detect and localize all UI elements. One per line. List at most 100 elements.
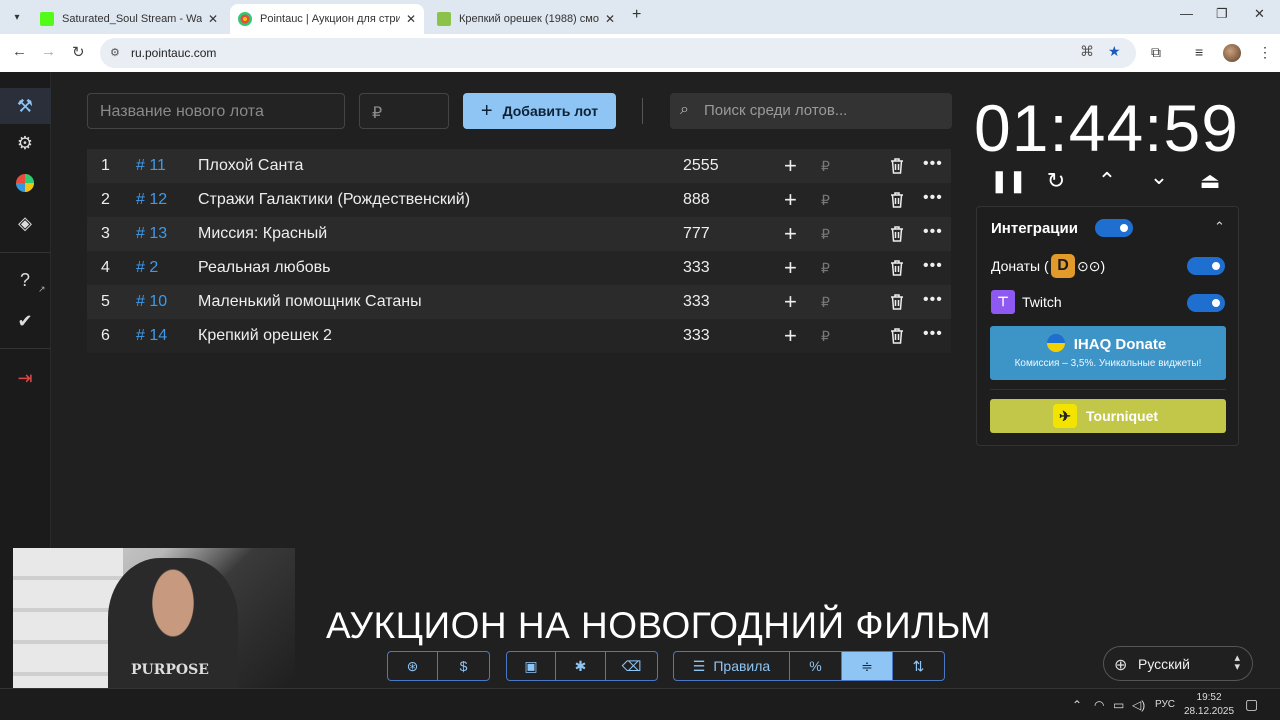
new-lot-name-input[interactable]: Название нового лота: [87, 93, 345, 129]
save-icon[interactable]: ▣: [507, 652, 556, 680]
maximize-icon[interactable]: ❐: [1216, 6, 1228, 22]
close-window-icon[interactable]: ✕: [1254, 6, 1265, 22]
logout-icon[interactable]: ⇥: [14, 367, 36, 389]
lot-row[interactable]: 5 # 10 Маленький помощник Сатаны 333 + ₽ •••: [87, 285, 951, 319]
lot-amount[interactable]: 333: [683, 259, 710, 277]
tab-pointauc[interactable]: Pointauc | Аукцион для стриме ✕: [230, 4, 425, 34]
tab-die-hard[interactable]: Крепкий орешек (1988) смотр ✕: [429, 4, 623, 34]
lot-amount[interactable]: 777: [683, 225, 710, 243]
lot-row[interactable]: 3 # 13 Миссия: Красный 777 + ₽ •••: [87, 217, 951, 251]
sort-icon[interactable]: ⇅: [893, 652, 944, 680]
lot-id-link[interactable]: # 13: [136, 225, 167, 243]
more-options-icon[interactable]: •••: [923, 291, 943, 309]
reset-timer-icon[interactable]: ↻: [1042, 168, 1070, 194]
percent-button[interactable]: %: [790, 652, 842, 680]
lot-id-link[interactable]: # 11: [136, 157, 166, 175]
delete-trash-icon[interactable]: [890, 226, 904, 242]
rules-button[interactable]: ☰ Правила: [674, 652, 790, 680]
bug-report-icon[interactable]: ✱: [556, 652, 606, 680]
lot-amount[interactable]: 2555: [683, 157, 719, 175]
lot-id-link[interactable]: # 14: [136, 327, 167, 345]
more-options-icon[interactable]: •••: [923, 223, 943, 241]
close-tab-icon[interactable]: ✕: [406, 12, 416, 26]
translate-icon[interactable]: ⌘: [1080, 43, 1094, 60]
reload-icon[interactable]: ↻: [72, 43, 85, 61]
language-select[interactable]: ⊕ Русский ▴ ▾: [1103, 646, 1253, 681]
lot-name[interactable]: Стражи Галактики (Рождественский): [198, 191, 470, 209]
pause-icon[interactable]: ❚❚: [990, 168, 1027, 194]
add-amount-icon[interactable]: +: [784, 153, 797, 179]
browser-menu-icon[interactable]: ⋮: [1258, 44, 1272, 61]
volume-icon[interactable]: ◁): [1132, 698, 1145, 712]
media-control-icon[interactable]: ≡: [1195, 44, 1203, 60]
tab-saturated-soul[interactable]: Saturated_Soul Stream - Watch ✕: [32, 4, 226, 34]
lot-search-input[interactable]: ⌕ Поиск среди лотов...: [670, 93, 952, 129]
lot-row[interactable]: 2 # 12 Стражи Галактики (Рождественский) 88…: [87, 183, 951, 217]
lot-amount[interactable]: 888: [683, 191, 710, 209]
timer-decrease-icon[interactable]: ⌄: [1145, 164, 1173, 190]
wheel-pie-icon[interactable]: [14, 172, 36, 194]
donations-toggle[interactable]: [1187, 257, 1225, 275]
lot-row[interactable]: 4 # 2 Реальная любовь 333 + ₽ •••: [87, 251, 951, 285]
back-icon[interactable]: ←: [12, 43, 27, 60]
notifications-icon[interactable]: ▢: [1245, 696, 1258, 713]
more-options-icon[interactable]: •••: [923, 155, 943, 173]
more-options-icon[interactable]: •••: [923, 325, 943, 343]
add-lot-button[interactable]: + Добавить лот: [463, 93, 616, 129]
close-tab-icon[interactable]: ✕: [208, 12, 218, 26]
profile-avatar[interactable]: [1223, 44, 1241, 62]
bookmark-star-icon[interactable]: ★: [1108, 43, 1121, 60]
compact-view-icon[interactable]: ≑: [842, 652, 893, 680]
add-amount-icon[interactable]: +: [784, 323, 797, 349]
lot-name[interactable]: Крепкий орешек 2: [198, 327, 332, 345]
add-amount-icon[interactable]: +: [784, 221, 797, 247]
lot-name[interactable]: Маленький помощник Сатаны: [198, 293, 422, 311]
lot-id-link[interactable]: # 12: [136, 191, 167, 209]
timer-max-icon[interactable]: ⏏: [1196, 168, 1224, 194]
delete-trash-icon[interactable]: [890, 158, 904, 174]
lot-name[interactable]: Плохой Санта: [198, 157, 303, 175]
system-clock[interactable]: 19:52 28.12.2025: [1184, 691, 1234, 719]
site-info-icon[interactable]: ⚙: [110, 46, 120, 59]
tourniquet-button[interactable]: ✈ Tourniquet: [990, 399, 1226, 433]
chevron-up-icon[interactable]: ⌃: [1214, 219, 1225, 235]
address-bar[interactable]: ⚙ ru.pointauc.com: [100, 38, 1136, 68]
add-amount-icon[interactable]: +: [784, 289, 797, 315]
settings-gear-icon[interactable]: ⚙: [14, 132, 36, 154]
lot-amount[interactable]: 333: [683, 327, 710, 345]
minimize-icon[interactable]: —: [1180, 6, 1193, 21]
extensions-icon[interactable]: ⧉: [1151, 44, 1161, 61]
clear-list-icon[interactable]: ⌫: [606, 652, 657, 680]
lot-row[interactable]: 1 # 11 Плохой Санта 2555 + ₽ •••: [87, 149, 951, 183]
battery-icon[interactable]: ▭: [1113, 698, 1124, 712]
delete-trash-icon[interactable]: [890, 294, 904, 310]
delete-trash-icon[interactable]: [890, 260, 904, 276]
shield-check-icon[interactable]: ✔: [14, 310, 36, 332]
lot-name[interactable]: Миссия: Красный: [198, 225, 327, 243]
forward-icon[interactable]: →: [41, 43, 56, 60]
tab-search-chevron-icon[interactable]: ▾: [6, 6, 28, 28]
add-amount-icon[interactable]: +: [784, 187, 797, 213]
new-tab-button[interactable]: +: [632, 6, 641, 24]
lot-name[interactable]: Реальная любовь: [198, 259, 331, 277]
wifi-icon[interactable]: ◠: [1094, 698, 1104, 712]
show-hidden-icons-icon[interactable]: ⌃: [1072, 698, 1082, 712]
integrations-toggle[interactable]: [1095, 219, 1133, 237]
lot-id-link[interactable]: # 10: [136, 293, 167, 311]
more-options-icon[interactable]: •••: [923, 257, 943, 275]
ihaq-donate-button[interactable]: IHAQ Donate Комиссия – 3,5%. Уникальные …: [990, 326, 1226, 380]
github-icon[interactable]: ⊛: [388, 652, 438, 680]
twitch-toggle[interactable]: [1187, 294, 1225, 312]
add-amount-icon[interactable]: +: [784, 255, 797, 281]
help-question-icon[interactable]: ?: [14, 269, 36, 291]
timer-increase-icon[interactable]: ⌃: [1093, 168, 1121, 194]
delete-trash-icon[interactable]: [890, 328, 904, 344]
lot-id-link[interactable]: # 2: [136, 259, 158, 277]
donate-dollar-icon[interactable]: $: [438, 652, 489, 680]
new-lot-amount-input[interactable]: ₽: [359, 93, 449, 129]
lot-row[interactable]: 6 # 14 Крепкий орешек 2 333 + ₽ •••: [87, 319, 951, 353]
lot-amount[interactable]: 333: [683, 293, 710, 311]
close-tab-icon[interactable]: ✕: [605, 12, 615, 26]
delete-trash-icon[interactable]: [890, 192, 904, 208]
auction-hammer-icon[interactable]: ⚒: [14, 95, 36, 117]
